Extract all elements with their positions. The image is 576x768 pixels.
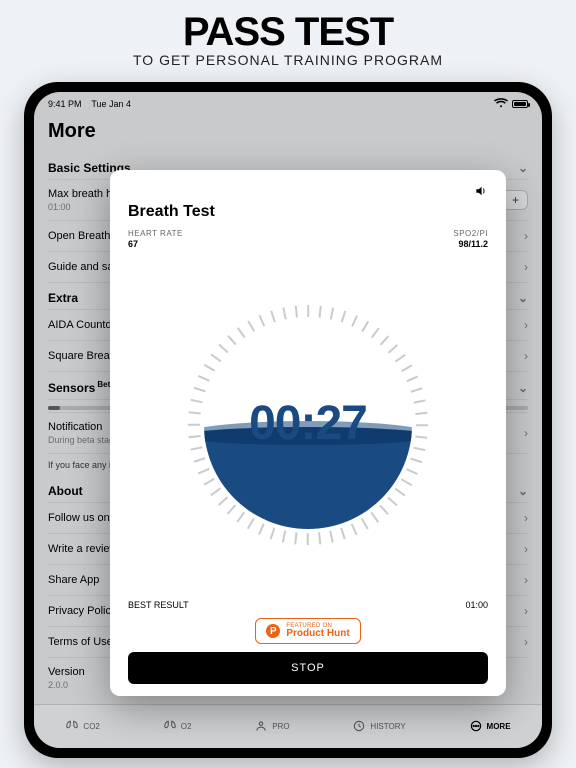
- tab-more[interactable]: MORE: [469, 719, 511, 735]
- section-sensors-label: SensorsBeta: [48, 380, 115, 395]
- tab-label: O2: [181, 722, 192, 731]
- tab-label: MORE: [487, 722, 511, 731]
- row-label: Write a review: [48, 543, 117, 555]
- ph-big: Product Hunt: [286, 629, 349, 639]
- chevron-right-icon: ›: [524, 511, 528, 525]
- heart-rate: HEART RATE 67: [128, 229, 183, 249]
- modal-title: Breath Test: [128, 203, 488, 221]
- chevron-right-icon: ›: [524, 260, 528, 274]
- chevron-down-icon: ⌄: [518, 291, 528, 305]
- tab-pro[interactable]: PRO: [254, 719, 289, 735]
- chevron-right-icon: ›: [524, 604, 528, 618]
- timer-value: 00:27: [188, 396, 428, 451]
- promo-header: PASS TEST TO GET PERSONAL TRAINING PROGR…: [0, 0, 576, 74]
- status-left: 9:41 PM Tue Jan 4: [48, 99, 131, 109]
- sound-icon[interactable]: [474, 184, 488, 201]
- status-date: Tue Jan 4: [91, 99, 131, 109]
- best-value: 01:00: [465, 600, 488, 610]
- stepper-plus[interactable]: +: [503, 191, 527, 209]
- breath-test-modal: Breath Test HEART RATE 67 SPO2/PI 98/11.…: [110, 170, 506, 696]
- tab-history[interactable]: HISTORY: [352, 719, 405, 735]
- clock-icon: [352, 719, 366, 735]
- chevron-down-icon: ⌄: [518, 484, 528, 498]
- chevron-down-icon: ⌄: [518, 161, 528, 175]
- heart-rate-value: 67: [128, 239, 183, 249]
- spo2-label: SPO2/PI: [453, 229, 488, 238]
- chevron-right-icon: ›: [524, 349, 528, 363]
- row-sub: 01:00: [48, 202, 118, 212]
- chevron-right-icon: ›: [524, 542, 528, 556]
- more-icon: [469, 719, 483, 735]
- battery-icon: [512, 100, 528, 108]
- chevron-right-icon: ›: [524, 635, 528, 649]
- ipad-frame: 9:41 PM Tue Jan 4 More Basic Settings ⌄ …: [24, 82, 552, 758]
- lungs-icon: [65, 719, 79, 735]
- page-title: More: [48, 120, 528, 143]
- row-label: Open Breath h: [48, 230, 120, 242]
- person-icon: [254, 719, 268, 735]
- spo2-value: 98/11.2: [453, 239, 488, 249]
- tab-label: PRO: [272, 722, 289, 731]
- row-label: Privacy Policy: [48, 605, 116, 617]
- promo-title: PASS TEST: [0, 12, 576, 52]
- tab-o2[interactable]: O2: [163, 719, 192, 735]
- chevron-right-icon: ›: [524, 426, 528, 440]
- wifi-icon: [494, 98, 508, 110]
- tab-label: CO2: [83, 722, 99, 731]
- row-label: Terms of Use: [48, 636, 113, 648]
- stop-button[interactable]: STOP: [128, 652, 488, 684]
- chevron-down-icon: ⌄: [518, 381, 528, 395]
- row-label: Share App: [48, 574, 99, 586]
- row-label: AIDA Countdo: [48, 319, 118, 331]
- promo-subtitle: TO GET PERSONAL TRAINING PROGRAM: [0, 52, 576, 68]
- tab-bar: CO2 O2 PRO HISTORY: [34, 704, 542, 748]
- version-value: 2.0.0: [48, 680, 85, 690]
- status-bar: 9:41 PM Tue Jan 4: [34, 92, 542, 112]
- best-label: BEST RESULT: [128, 600, 189, 610]
- row-label: Square Breath: [48, 350, 119, 362]
- row-label: Notification: [48, 421, 102, 433]
- heart-rate-label: HEART RATE: [128, 229, 183, 238]
- tab-co2[interactable]: CO2: [65, 719, 99, 735]
- spo2: SPO2/PI 98/11.2: [453, 229, 488, 249]
- best-result-row: BEST RESULT 01:00: [128, 600, 488, 610]
- tab-label: HISTORY: [370, 722, 405, 731]
- chevron-right-icon: ›: [524, 229, 528, 243]
- row-label: Version: [48, 666, 85, 678]
- chevron-right-icon: ›: [524, 573, 528, 587]
- product-hunt-badge[interactable]: P FEATURED ON Product Hunt: [255, 618, 360, 644]
- product-hunt-icon: P: [266, 624, 280, 638]
- lungs-icon: [163, 719, 177, 735]
- timer-dial: 00:27: [128, 253, 488, 596]
- row-sub: During beta stage: [48, 435, 119, 445]
- sensors-text: Sensors: [48, 381, 95, 395]
- row-label: Max breath ho: [48, 188, 118, 200]
- status-right: [494, 98, 528, 110]
- chevron-right-icon: ›: [524, 318, 528, 332]
- section-extra-label: Extra: [48, 291, 78, 305]
- screen: 9:41 PM Tue Jan 4 More Basic Settings ⌄ …: [34, 92, 542, 748]
- status-time: 9:41 PM: [48, 99, 82, 109]
- vital-stats: HEART RATE 67 SPO2/PI 98/11.2: [128, 229, 488, 249]
- section-about-label: About: [48, 484, 83, 498]
